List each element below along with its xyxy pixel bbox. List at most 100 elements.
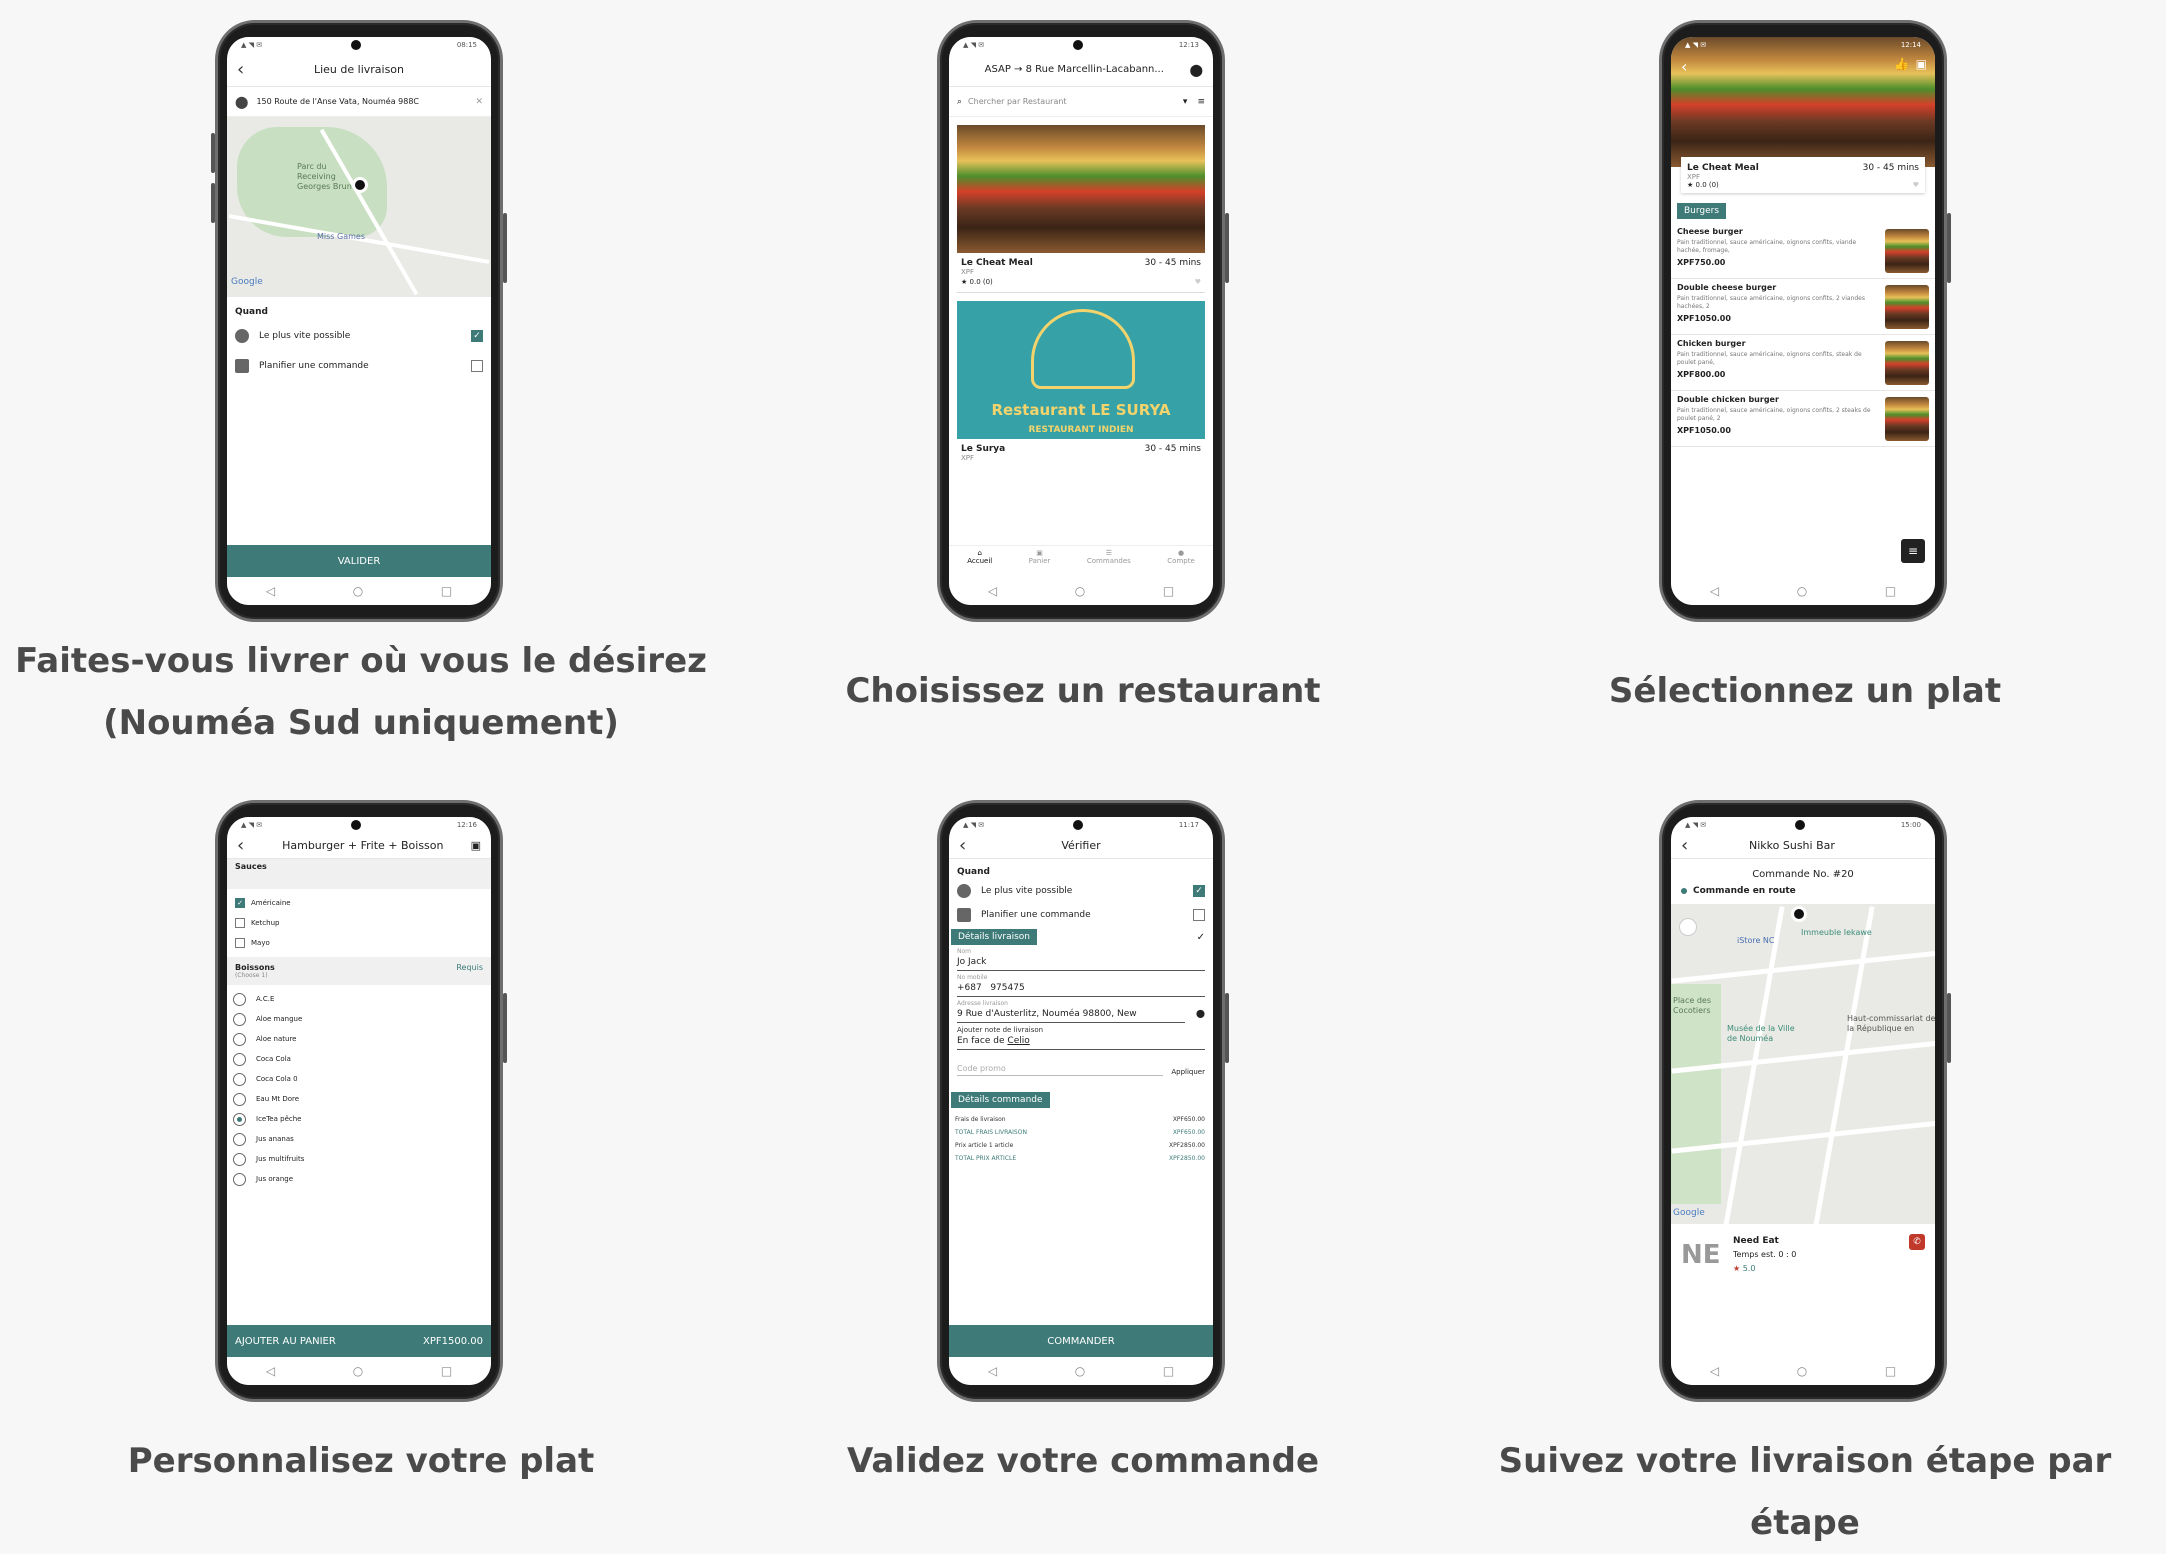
drink-radio[interactable]	[233, 1012, 246, 1026]
nav-recent-icon[interactable]: □	[1885, 584, 1896, 598]
address-input[interactable]: 150 Route de l'Anse Vata, Nouméa 988C	[256, 97, 475, 106]
bag-icon[interactable]: ▣	[1916, 57, 1927, 71]
nav-recent-icon[interactable]: □	[1163, 584, 1174, 598]
cart-total: XPF1500.00	[423, 1335, 483, 1347]
delivery-address-header[interactable]: ASAP → 8 Rue Marcellin-Lacabann...	[959, 64, 1190, 75]
menu-item[interactable]: Double cheese burger Pain traditionnel, s…	[1671, 279, 1935, 335]
restaurant-card[interactable]: Restaurant LE SURYA RESTAURANT INDIEN Le…	[957, 301, 1205, 462]
note-field[interactable]: En face de Celio	[957, 1034, 1205, 1050]
clear-icon[interactable]: ✕	[475, 97, 483, 107]
drink-option[interactable]: IceTea pêche	[227, 1109, 491, 1129]
option-plan-checkbox[interactable]	[471, 360, 483, 372]
favorite-icon[interactable]: ♥	[1913, 181, 1919, 189]
nav-recent-icon[interactable]: □	[441, 584, 452, 598]
pin-icon[interactable]: ⬤	[1190, 63, 1203, 77]
drink-radio[interactable]	[233, 1072, 246, 1086]
drink-option[interactable]: Aloe mangue	[227, 1009, 491, 1029]
filter-fab-icon[interactable]: ≡	[1901, 539, 1925, 563]
nav-recent-icon[interactable]: □	[1163, 1364, 1174, 1378]
nav-home-icon[interactable]: ○	[353, 1364, 363, 1378]
bag-icon[interactable]: ▣	[471, 839, 481, 852]
thumbs-up-icon[interactable]: 👍	[1894, 57, 1909, 71]
caption: Suivez votre livraison étape par étape	[1498, 1441, 2112, 1543]
category-tag[interactable]: Burgers	[1677, 203, 1727, 219]
nav-back-icon[interactable]: ◁	[266, 1364, 275, 1378]
tracking-map[interactable]: iStore NC Immeuble Iekawe Place des Coco…	[1671, 904, 1935, 1224]
name-field[interactable]: Jo Jack	[957, 955, 1205, 971]
phone-call-icon[interactable]: ✆	[1909, 1234, 1925, 1250]
sauce-checkbox[interactable]	[235, 938, 245, 948]
order-details-tag[interactable]: Détails commande	[951, 1092, 1050, 1108]
eta: Temps est. 0 : 0	[1733, 1250, 1797, 1259]
option-plan-checkbox[interactable]	[1193, 909, 1205, 921]
pin-icon[interactable]: ⬤	[1196, 1009, 1205, 1018]
sauce-option[interactable]: Mayo	[227, 933, 491, 953]
tab-orders[interactable]: ☰ Commandes	[1087, 546, 1131, 577]
add-to-cart-button[interactable]: AJOUTER AU PANIER XPF1500.00	[227, 1325, 491, 1357]
nav-home-icon[interactable]: ○	[353, 584, 363, 598]
delivery-details-tag[interactable]: Détails livraison	[951, 929, 1038, 945]
nav-back-icon[interactable]: ◁	[1710, 584, 1719, 598]
search-input[interactable]: Chercher par Restaurant	[968, 97, 1183, 106]
drink-radio[interactable]	[233, 1132, 246, 1146]
tab-cart[interactable]: ▣ Panier	[1029, 546, 1051, 577]
nav-recent-icon[interactable]: □	[1885, 1364, 1896, 1378]
nav-back-icon[interactable]: ◁	[1710, 1364, 1719, 1378]
order-button[interactable]: COMMANDER	[949, 1325, 1213, 1357]
drink-radio[interactable]	[233, 1092, 246, 1106]
promo-input[interactable]: Code promo	[957, 1064, 1164, 1076]
drink-option[interactable]: Jus ananas	[227, 1129, 491, 1149]
nav-home-icon[interactable]: ○	[1797, 1364, 1807, 1378]
cell-choose-restaurant: ▲ ◥ ✉ 12:13 ASAP → 8 Rue Marcellin-Lacaba…	[722, 0, 1444, 770]
drink-radio[interactable]	[233, 1052, 246, 1066]
option-asap-checkbox[interactable]: ✓	[1193, 885, 1205, 897]
restaurant-card[interactable]: Le Cheat Meal 30 - 45 mins XPF ★ 0.0 (0)…	[957, 125, 1205, 293]
drink-option[interactable]: Coca Cola 0	[227, 1069, 491, 1089]
sauce-option[interactable]: ✓ Américaine	[227, 893, 491, 913]
menu-item-text: Double cheese burger Pain traditionnel, s…	[1677, 283, 1885, 330]
option-asap-checkbox[interactable]: ✓	[471, 330, 483, 342]
drink-option[interactable]: Coca Cola	[227, 1049, 491, 1069]
map[interactable]: Parc du Receiving Georges Brun Miss Game…	[227, 117, 491, 297]
drink-option[interactable]: Eau Mt Dore	[227, 1089, 491, 1109]
nav-home-icon[interactable]: ○	[1075, 1364, 1085, 1378]
drink-radio[interactable]	[233, 1172, 246, 1186]
back-icon[interactable]: ‹	[959, 835, 977, 856]
nav-back-icon[interactable]: ◁	[266, 584, 275, 598]
nav-back-icon[interactable]: ◁	[988, 584, 997, 598]
menu-item[interactable]: Double chicken burger Pain traditionnel, …	[1671, 391, 1935, 447]
apply-button[interactable]: Appliquer	[1171, 1068, 1205, 1076]
nav-home-icon[interactable]: ○	[1075, 584, 1085, 598]
address-field[interactable]: 9 Rue d'Austerlitz, Nouméa 98800, New	[957, 1007, 1185, 1023]
back-icon[interactable]: ‹	[237, 59, 255, 80]
phone-code[interactable]: +687	[957, 983, 982, 993]
tab-account[interactable]: ● Compte	[1167, 546, 1194, 577]
back-icon[interactable]: ‹	[237, 835, 255, 856]
sauce-checkbox[interactable]: ✓	[235, 898, 245, 908]
nav-home-icon[interactable]: ○	[1797, 584, 1807, 598]
menu-item[interactable]: Chicken burger Pain traditionnel, sauce a…	[1671, 335, 1935, 391]
drink-radio[interactable]	[233, 1112, 246, 1126]
nav-recent-icon[interactable]: □	[441, 1364, 452, 1378]
drink-option[interactable]: Jus multifruits	[227, 1149, 491, 1169]
drink-option[interactable]: A.C.E	[227, 989, 491, 1009]
drink-radio[interactable]	[233, 992, 246, 1006]
dropdown-icon[interactable]: ▾	[1183, 97, 1188, 107]
nav-back-icon[interactable]: ◁	[988, 1364, 997, 1378]
tab-home[interactable]: ⌂ Accueil	[967, 546, 992, 577]
validate-button[interactable]: VALIDER	[227, 545, 491, 577]
drink-option[interactable]: Jus orange	[227, 1169, 491, 1189]
screen: ▲ ◥ ✉ 11:17 ‹ Vérifier Quand Le plus vite…	[949, 817, 1213, 1385]
phone-number[interactable]: 975475	[990, 983, 1024, 993]
filter-icon[interactable]: ≡	[1197, 97, 1205, 107]
menu-item[interactable]: Cheese burger Pain traditionnel, sauce am…	[1671, 223, 1935, 279]
drink-radio[interactable]	[233, 1032, 246, 1046]
sauce-checkbox[interactable]	[235, 918, 245, 928]
drink-option[interactable]: Aloe nature	[227, 1029, 491, 1049]
drink-radio[interactable]	[233, 1152, 246, 1166]
phone-field[interactable]: +687 975475	[957, 981, 1205, 997]
sauce-option[interactable]: Ketchup	[227, 913, 491, 933]
back-icon[interactable]: ‹	[1681, 835, 1699, 856]
favorite-icon[interactable]: ♥	[1195, 278, 1201, 286]
back-icon[interactable]: ‹	[1681, 57, 1687, 76]
